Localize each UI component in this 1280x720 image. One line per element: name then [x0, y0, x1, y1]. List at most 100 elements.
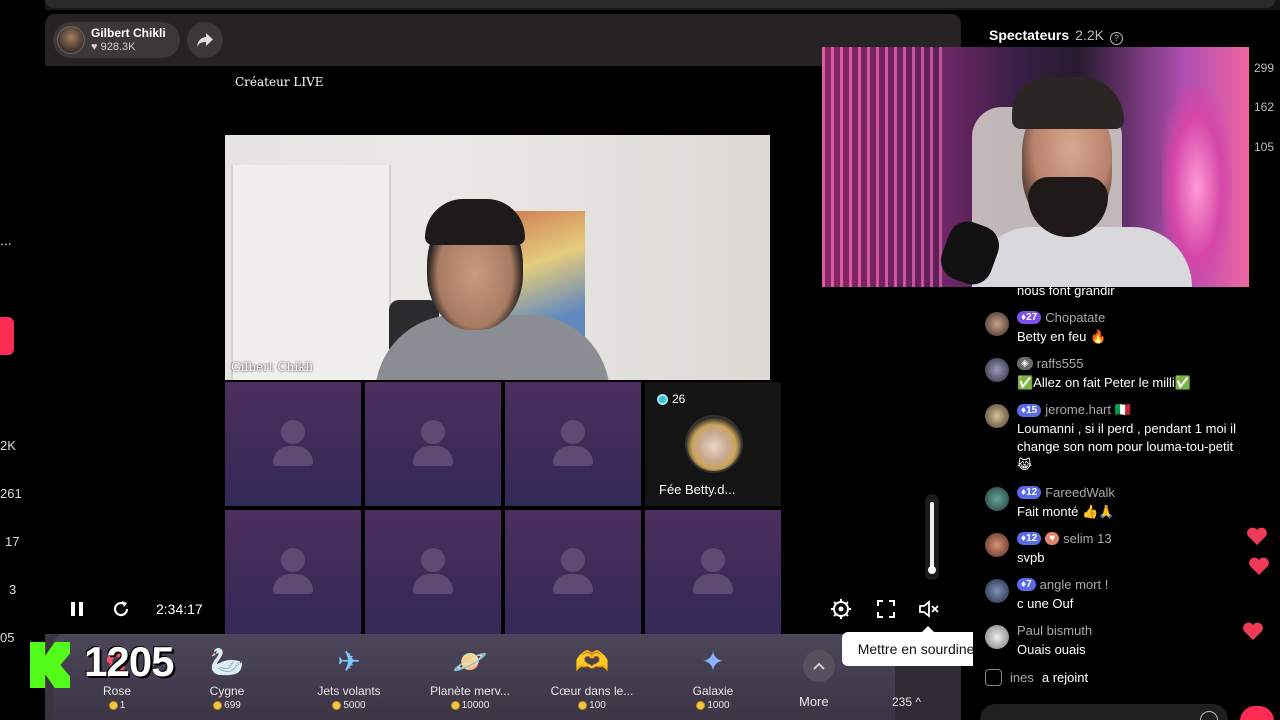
left-number: 05: [0, 630, 15, 645]
cam-person-hair: [425, 199, 525, 245]
kick-overlay: 1205: [30, 638, 190, 694]
guest-avatar[interactable]: [685, 415, 743, 473]
coins-balance[interactable]: 235 ^: [892, 695, 921, 709]
person-placeholder-icon: [421, 548, 445, 572]
person-placeholder-body: [413, 446, 453, 466]
chat-text: Betty en feu 🔥: [1017, 329, 1107, 344]
guest-slot[interactable]: [225, 382, 361, 506]
guest-slot[interactable]: [365, 382, 501, 506]
fan-heart-badge: ♥: [1045, 532, 1060, 545]
chat-username[interactable]: jerome.hart 🇮🇹: [1045, 402, 1131, 418]
pause-button[interactable]: [67, 594, 87, 624]
host-likes: ♥ 928.3K: [91, 41, 166, 54]
planet-icon: 🪐: [452, 645, 488, 677]
chat-avatar[interactable]: [985, 579, 1009, 603]
guest-gem-count: 26: [672, 392, 686, 406]
chat-input[interactable]: [980, 704, 1228, 720]
level-number: 12: [1026, 487, 1038, 498]
heart-icon: [1243, 622, 1263, 640]
chat-text: Loumanni , si il perd , pendant 1 moi il…: [1017, 421, 1236, 472]
creator-live-label: Créateur LIVE: [235, 75, 324, 89]
host-chip[interactable]: Gilbert Chikli ♥ 928.3K: [53, 22, 180, 58]
emoji-icon[interactable]: [1200, 711, 1218, 720]
chat-avatar[interactable]: [985, 358, 1009, 382]
gift-price-value: 699: [224, 700, 241, 711]
gift-price: 10000: [408, 700, 532, 711]
more-gifts-button[interactable]: [803, 650, 835, 682]
more-label[interactable]: More: [799, 694, 829, 709]
level-badge: ♦ 27: [1017, 311, 1042, 324]
level-number: 7: [1026, 579, 1032, 590]
gift-price-value: 5000: [343, 700, 366, 711]
streamer-webcam-overlay: [822, 47, 1249, 287]
kick-counter: 1205: [84, 638, 174, 685]
chat-avatar[interactable]: [985, 625, 1009, 649]
left-number: 17: [5, 534, 20, 549]
spectators-header[interactable]: Spectateurs 2.2K?: [989, 27, 1123, 45]
volume-fill: [930, 502, 934, 570]
chat-username[interactable]: raffs555: [1037, 356, 1084, 371]
mute-button[interactable]: [917, 594, 941, 624]
level-badge: ♦ 15: [1017, 403, 1042, 417]
level-badge: ♦ 12: [1017, 486, 1042, 499]
chat-username[interactable]: Chopatate: [1045, 310, 1105, 325]
chat-header: ♦ 7 angle mort !: [1017, 577, 1108, 592]
chat-username[interactable]: angle mort !: [1040, 577, 1109, 592]
coin-icon: [213, 701, 223, 710]
gift-price-value: 1000: [707, 700, 730, 711]
chat-avatar[interactable]: [985, 404, 1009, 428]
webcam-led-stripes: [822, 47, 942, 287]
chat-username[interactable]: Paul bismuth: [1017, 623, 1092, 638]
gift-item[interactable]: 🪐 Planète merv... 10000: [408, 642, 532, 720]
volume-knob[interactable]: [928, 566, 936, 574]
host-likes-count: 928.3K: [100, 40, 136, 53]
guest-name: Fée Betty.d...: [659, 482, 736, 497]
chat-username[interactable]: selim 13: [1063, 531, 1111, 546]
share-button[interactable]: [187, 22, 223, 58]
chat-text: c une Ouf: [1017, 596, 1074, 611]
chat-partial-line: nous font grandir: [985, 282, 1247, 298]
gift-price: 1000: [651, 700, 775, 711]
spectators-count: 2.2K: [1075, 27, 1104, 43]
join-action: a rejoint: [1041, 670, 1089, 685]
chat-header: ♦ 27 Chopatate: [1017, 310, 1105, 325]
left-sidebar: ... 2K 261 17 3 05: [0, 0, 45, 720]
main-camera-feed[interactable]: Gilbert Chikli: [225, 135, 770, 380]
person-placeholder-body: [413, 574, 453, 594]
speaker-muted-icon: [919, 600, 939, 618]
chat-username[interactable]: FareedWalk: [1045, 485, 1115, 500]
guest-slot[interactable]: [505, 382, 641, 506]
refresh-button[interactable]: [109, 594, 133, 624]
volume-slider[interactable]: [925, 494, 939, 580]
chat-avatar[interactable]: [985, 533, 1009, 557]
gift-item[interactable]: 🫶 Cœur dans le... 100: [530, 642, 654, 720]
chat-header: ♦ 12 ♥ selim 13: [1017, 531, 1112, 546]
person-placeholder-icon: [421, 420, 445, 444]
left-number: 261: [0, 486, 22, 501]
fullscreen-button[interactable]: [874, 594, 898, 624]
gift-price: 699: [165, 700, 289, 711]
settings-button[interactable]: [829, 594, 853, 624]
person-placeholder-icon: [561, 548, 585, 572]
gift-item[interactable]: ✦ Galaxie 1000: [651, 642, 775, 720]
top-strip-pill: [45, 0, 1275, 8]
chat-avatar[interactable]: [985, 312, 1009, 336]
fullscreen-icon: [877, 600, 895, 618]
join-user[interactable]: ines: [1010, 670, 1034, 685]
left-ellipsis[interactable]: ...: [0, 232, 12, 248]
main-cam-name: Gilbert Chikli: [231, 360, 314, 374]
gift-name: Planète merv...: [430, 684, 510, 698]
gift-item[interactable]: ✈ Jets volants 5000: [287, 642, 411, 720]
level-number: 15: [1026, 404, 1038, 416]
chat-avatar[interactable]: [985, 487, 1009, 511]
person-placeholder-icon: [281, 420, 305, 444]
chat-text: svpb: [1017, 550, 1045, 565]
chat-text: Ouais ouais: [1017, 642, 1086, 657]
chat-header: ◈ raffs555: [1017, 356, 1083, 371]
host-avatar[interactable]: [57, 26, 85, 54]
left-pink-tab[interactable]: [0, 317, 14, 355]
person-placeholder-body: [273, 574, 313, 594]
help-icon[interactable]: ?: [1109, 32, 1123, 45]
heart-icon: [1247, 527, 1267, 545]
guest-slot-featured[interactable]: 26 Fée Betty.d...: [645, 382, 781, 506]
